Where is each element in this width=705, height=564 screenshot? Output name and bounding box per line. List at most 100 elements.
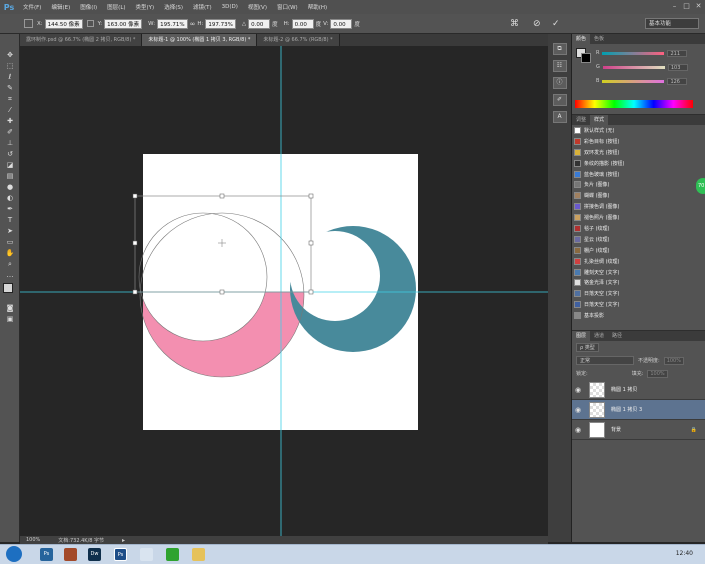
style-item[interactable]: 彩色目标 (按钮) <box>572 136 705 147</box>
tab-styles[interactable]: 样式 <box>590 115 609 125</box>
vskew-field[interactable]: 0.00 <box>330 18 353 29</box>
style-item[interactable]: 蝴蝶 (图像) <box>572 190 705 201</box>
layer-filter-select[interactable]: ρ 类型 <box>576 343 599 352</box>
layer-name[interactable]: 椭圆 1 拷贝 <box>611 386 637 393</box>
style-item[interactable]: 毯子 (纹理) <box>572 223 705 234</box>
layer-name[interactable]: 背景 <box>611 426 621 433</box>
layer-row[interactable]: ◉ 椭圆 1 拷贝 3 <box>572 400 705 420</box>
commit-transform-icon[interactable]: ✓ <box>552 19 560 29</box>
close-icon[interactable]: ✕ <box>694 2 703 11</box>
style-item[interactable]: 铬金光泽 (文字) <box>572 277 705 288</box>
tab-swatches[interactable]: 色板 <box>590 34 608 44</box>
type-tool-icon[interactable]: T <box>0 215 20 226</box>
layer-row[interactable]: ◉ 椭圆 1 拷贝 <box>572 380 705 400</box>
w-field[interactable]: 195.71% <box>157 18 188 29</box>
shape-tool-icon[interactable]: ▭ <box>0 237 20 248</box>
zoom-level[interactable]: 100% <box>26 537 40 543</box>
style-item[interactable]: 条纹的描影 (按钮) <box>572 158 705 169</box>
blend-mode-select[interactable]: 正常 <box>576 356 634 365</box>
menu-help[interactable]: 帮助(H) <box>303 3 332 11</box>
red-value[interactable]: 211 <box>667 49 688 57</box>
taskbar-dreamweaver-icon[interactable]: Dw <box>88 548 101 561</box>
style-item[interactable]: 基本投影 <box>572 310 705 321</box>
style-item[interactable]: 棚户 (纹理) <box>572 245 705 256</box>
crop-tool-icon[interactable]: ⌗ <box>0 94 20 105</box>
angle-field[interactable]: 0.00 <box>248 18 271 29</box>
clock[interactable]: 12:40 <box>676 550 693 557</box>
tab-color[interactable]: 颜色 <box>572 34 591 44</box>
zoom-tool-icon[interactable]: ⌕ <box>0 259 20 270</box>
dodge-tool-icon[interactable]: ◐ <box>0 193 20 204</box>
menu-3d[interactable]: 3D(D) <box>217 4 243 10</box>
style-item[interactable]: 蓝色玻璃 (按钮) <box>572 169 705 180</box>
color-swatches[interactable] <box>0 281 19 303</box>
panel-background-swatch[interactable] <box>581 53 591 63</box>
style-item[interactable]: 拼接色调 (图像) <box>572 201 705 212</box>
move-tool-icon[interactable]: ✥ <box>0 50 20 61</box>
taskbar-folder-icon[interactable] <box>140 548 153 561</box>
status-menu-icon[interactable]: ▸ <box>122 537 125 544</box>
floating-badge[interactable]: 70 <box>696 178 705 194</box>
hskew-field[interactable]: 0.00 <box>291 18 314 29</box>
marquee-tool-icon[interactable]: ⬚ <box>0 61 20 72</box>
path-select-tool-icon[interactable]: ➤ <box>0 226 20 237</box>
menu-filter[interactable]: 滤镜(T) <box>188 3 217 11</box>
tab-document-3[interactable]: 未标题-2 @ 66.7% (RGB/8) * <box>257 34 340 46</box>
green-slider[interactable] <box>602 65 665 69</box>
menu-window[interactable]: 窗口(W) <box>272 3 303 11</box>
menu-edit[interactable]: 编辑(E) <box>46 3 75 11</box>
canvas-area[interactable] <box>20 46 548 536</box>
tab-document-2[interactable]: 未标题-1 @ 100% (椭圆 1 拷贝 3, RGB/8) * <box>142 34 258 46</box>
layer-row[interactable]: ◉ 背景 🔒 <box>572 420 705 440</box>
clone-stamp-tool-icon[interactable]: ⊥ <box>0 138 20 149</box>
tab-layers[interactable]: 图层 <box>572 331 591 341</box>
tab-paths[interactable]: 路径 <box>608 331 626 341</box>
properties-panel-icon[interactable]: ☷ <box>552 60 567 72</box>
start-button[interactable] <box>6 546 22 562</box>
character-panel-icon[interactable]: A <box>552 111 567 123</box>
cancel-transform-icon[interactable]: ⊘ <box>533 19 541 29</box>
taskbar-photoshop-icon[interactable]: Ps <box>40 548 53 561</box>
gradient-tool-icon[interactable]: ▤ <box>0 171 20 182</box>
visibility-eye-icon[interactable]: ◉ <box>575 426 583 434</box>
style-item[interactable]: 日落天空 (文字) <box>572 288 705 299</box>
delta-icon[interactable] <box>86 20 94 27</box>
quick-select-tool-icon[interactable]: ✎ <box>0 83 20 94</box>
color-spectrum-bar[interactable] <box>575 100 693 108</box>
style-item[interactable]: 星云 (纹理) <box>572 234 705 245</box>
taskbar-app-icon[interactable] <box>64 548 77 561</box>
link-icon[interactable]: ∞ <box>190 20 196 28</box>
layer-name[interactable]: 椭圆 1 拷贝 3 <box>611 406 642 413</box>
blue-slider[interactable] <box>602 79 665 83</box>
taskbar-chat-icon[interactable] <box>166 548 179 561</box>
x-field[interactable]: 144.50 像素 <box>44 18 83 29</box>
style-item[interactable]: 双环发光 (按钮) <box>572 147 705 158</box>
menu-image[interactable]: 图像(I) <box>75 3 102 11</box>
menu-view[interactable]: 视图(V) <box>243 3 272 11</box>
reference-point-icon[interactable] <box>24 19 33 28</box>
pen-tool-icon[interactable]: ✒ <box>0 204 20 215</box>
h-field[interactable]: 197.73% <box>205 18 236 29</box>
menu-type[interactable]: 类型(Y) <box>131 3 160 11</box>
style-item[interactable]: 雕刻天空 (文字) <box>572 267 705 278</box>
style-item[interactable]: 负片 (图像) <box>572 179 705 190</box>
visibility-eye-icon[interactable]: ◉ <box>575 406 583 414</box>
brush-panel-icon[interactable]: ✐ <box>552 94 567 106</box>
healing-brush-tool-icon[interactable]: ✚ <box>0 116 20 127</box>
tab-adjustments[interactable]: 调整 <box>572 115 590 125</box>
more-tools-icon[interactable]: … <box>0 270 20 281</box>
document-info[interactable]: 文档:732.4K/8 字节 <box>58 537 104 544</box>
lasso-tool-icon[interactable]: ℓ <box>0 72 20 83</box>
style-item[interactable]: 褪色照片 (图像) <box>572 212 705 223</box>
opacity-field[interactable]: 100% <box>663 356 684 365</box>
menu-file[interactable]: 文件(F) <box>18 3 46 11</box>
style-item[interactable]: 日落天空 (文字) <box>572 299 705 310</box>
tab-document-1[interactable]: 露环制作.psd @ 66.7% (椭圆 2 拷贝, RGB/8) * <box>20 34 143 46</box>
screen-mode-icon[interactable]: ▣ <box>0 314 20 325</box>
minimize-icon[interactable]: – <box>670 2 679 11</box>
foreground-color-swatch[interactable] <box>3 283 13 293</box>
y-field[interactable]: 163.00 像素 <box>104 18 143 29</box>
visibility-eye-icon[interactable]: ◉ <box>575 386 583 394</box>
eyedropper-tool-icon[interactable]: ⁄ <box>0 105 20 116</box>
style-item[interactable]: 扎染丝绸 (纹理) <box>572 256 705 267</box>
